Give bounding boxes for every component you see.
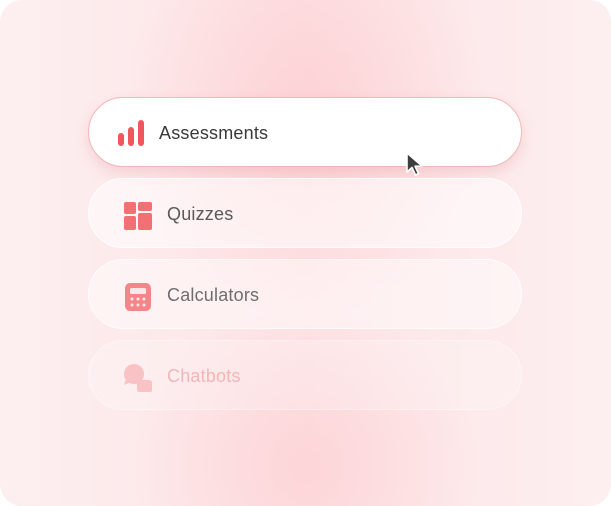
menu-item-label: Calculators — [167, 285, 260, 305]
menu-item-label: Assessments — [159, 123, 269, 143]
app-card: Assessments Quizzes Calculators Chatbots — [0, 0, 611, 506]
menu-item-assessments[interactable]: Assessments — [88, 97, 522, 167]
mouse-pointer-icon — [405, 151, 427, 177]
menu-item-quizzes[interactable]: Quizzes — [88, 178, 522, 248]
calculator-icon — [123, 282, 153, 312]
feature-menu: Assessments Quizzes Calculators Chatbots — [88, 97, 522, 421]
chat-bubbles-icon — [123, 363, 153, 393]
menu-item-label: Chatbots — [167, 366, 241, 386]
menu-item-calculators[interactable]: Calculators — [88, 259, 522, 329]
bar-chart-icon — [117, 118, 147, 148]
menu-item-label: Quizzes — [167, 204, 234, 224]
grid-blocks-icon — [123, 201, 153, 231]
menu-item-chatbots[interactable]: Chatbots — [88, 340, 522, 410]
